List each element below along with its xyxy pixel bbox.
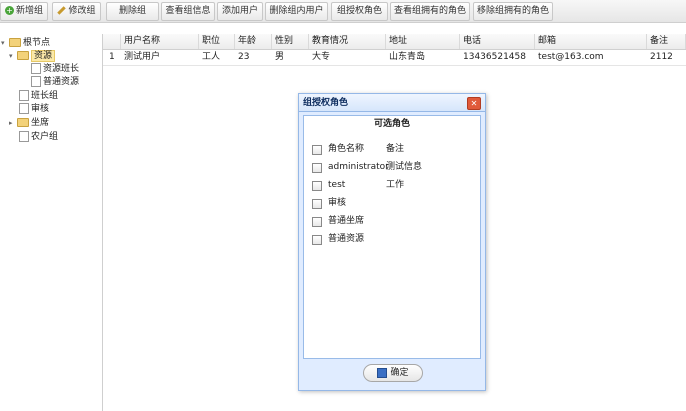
role-checkbox[interactable] [312,181,322,191]
edit-group-button[interactable]: 修改组 [52,2,101,21]
cell-gender: 男 [275,52,285,62]
role-checkbox[interactable] [312,217,322,227]
role-name-header: 角色名称 [328,144,365,154]
tree-node-resource-leader[interactable]: 资源班长 [31,63,79,75]
tree-node-label: 资源 [31,50,56,62]
cell-education: 大专 [312,52,331,62]
toolbar: + 新增组 修改组 删除组 查看组信息 添加用户 删除组内用户 组授权角色 查看组… [0,0,686,23]
dialog-title-text: 组授权角色 [303,98,349,108]
tree-node-seat[interactable]: ▸ 坐席 [9,117,49,129]
role-checkbox[interactable] [312,235,322,245]
cell-username: 测试用户 [124,52,161,62]
cell-phone: 13436521458 [463,52,526,62]
folder-icon [9,38,21,47]
remove-group-user-label: 删除组内用户 [269,6,324,16]
add-group-label: 新增组 [15,6,43,16]
table-row[interactable]: 1 测试用户 工人 23 男 大专 山东青岛 13436521458 test@… [103,50,686,66]
column-header-address[interactable]: 地址 [386,34,460,49]
role-name: 审核 [328,198,347,208]
grid-header: 用户名称 职位 年龄 性别 教育情况 地址 电话 邮箱 备注 [103,34,686,50]
folder-icon [17,118,29,127]
role-name: 普通资源 [328,234,365,244]
add-user-button[interactable]: 添加用户 [217,2,263,21]
grant-role-dialog: 组授权角色 ✕ 可选角色 角色名称 备注 administrator 测试信息 … [298,93,486,391]
select-all-checkbox[interactable] [312,145,322,155]
cell-remark: 2112 [650,52,673,62]
role-note-header: 备注 [386,144,405,154]
tree-node-label: 坐席 [31,118,50,128]
tree-node-resource[interactable]: ▾ 资源 [9,50,56,62]
role-checkbox[interactable] [312,163,322,173]
file-icon [31,76,41,87]
edit-icon [57,6,67,15]
tree-node-label: 普通资源 [43,77,80,87]
column-header-age[interactable]: 年龄 [235,34,272,49]
column-header-remark[interactable]: 备注 [647,34,686,49]
role-note: 测试信息 [386,162,423,172]
view-group-roles-label: 查看组拥有的角色 [393,6,466,16]
confirm-button[interactable]: 确定 [363,364,423,382]
role-name: 普通坐席 [328,216,365,226]
role-name: test [328,180,346,190]
column-header-username[interactable]: 用户名称 [121,34,199,49]
view-group-info-button[interactable]: 查看组信息 [161,2,215,21]
save-icon [377,367,388,378]
column-header-education[interactable]: 教育情况 [309,34,386,49]
tree-node-label: 资源班长 [43,64,80,74]
role-name: administrator [328,162,389,172]
row-index: 1 [109,52,115,62]
column-header-index [103,34,121,49]
view-group-info-label: 查看组信息 [165,6,211,16]
folder-icon [17,51,29,60]
collapse-icon[interactable]: ▾ [9,50,17,62]
tree-node-label: 审核 [31,104,50,114]
collapse-icon[interactable]: ▾ [1,37,9,49]
column-header-gender[interactable]: 性别 [272,34,309,49]
grant-role-label: 组授权角色 [336,6,382,16]
dialog-title[interactable]: 组授权角色 ✕ [299,94,485,112]
file-icon [19,90,29,101]
tree-node-label: 根节点 [23,38,51,48]
delete-group-label: 删除组 [118,6,146,16]
expand-icon[interactable]: ▸ [9,117,17,129]
column-header-position[interactable]: 职位 [199,34,235,49]
add-user-label: 添加用户 [221,6,258,16]
tree-node-leader-group[interactable]: 班长组 [19,90,58,102]
remove-group-roles-label: 移除组拥有的角色 [476,6,549,16]
tree-node-label: 班长组 [31,91,59,101]
role-note: 工作 [386,180,405,190]
edit-group-label: 修改组 [68,6,96,16]
tree-node-normal-resource[interactable]: 普通资源 [31,76,79,88]
role-list: 可选角色 角色名称 备注 administrator 测试信息 test 工作 … [303,115,481,359]
cell-email: test@163.com [538,52,604,62]
dialog-footer: 确定 [299,360,485,390]
add-group-button[interactable]: + 新增组 [0,2,48,21]
role-checkbox[interactable] [312,199,322,209]
cell-address: 山东青岛 [389,52,426,62]
tree-node-farmer-group[interactable]: 农户组 [19,131,58,143]
confirm-label: 确定 [390,368,409,378]
delete-group-button[interactable]: 删除组 [106,2,159,21]
file-icon [31,63,41,74]
remove-group-user-button[interactable]: 删除组内用户 [265,2,328,21]
file-icon [19,103,29,114]
column-header-phone[interactable]: 电话 [460,34,535,49]
grant-role-button[interactable]: 组授权角色 [331,2,388,21]
cell-position: 工人 [202,52,221,62]
available-roles-heading: 可选角色 [373,119,410,129]
view-group-roles-button[interactable]: 查看组拥有的角色 [390,2,470,21]
tree-node-label: 农户组 [31,132,59,142]
cell-age: 23 [238,52,250,62]
group-tree: ▾ 根节点 ▾ 资源 资源班长 普通资源 班长组 审核 ▸ 坐席 农户组 [0,34,103,411]
column-header-email[interactable]: 邮箱 [535,34,647,49]
file-icon [19,131,29,142]
add-icon: + [4,6,14,15]
tree-node-root[interactable]: ▾ 根节点 [1,37,50,49]
tree-node-review[interactable]: 审核 [19,103,49,115]
remove-group-roles-button[interactable]: 移除组拥有的角色 [473,2,553,21]
close-icon[interactable]: ✕ [467,97,481,110]
